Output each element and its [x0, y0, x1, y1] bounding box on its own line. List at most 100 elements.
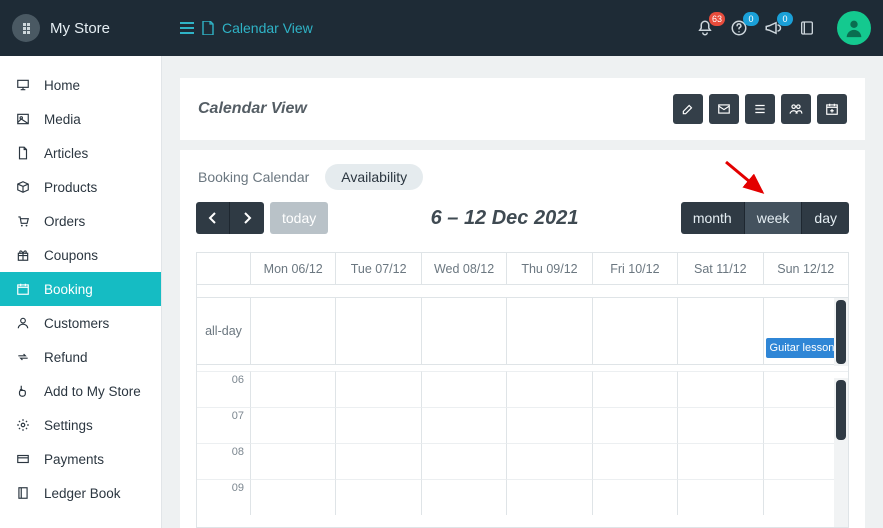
view-week-button[interactable]: week: [745, 202, 803, 234]
day-header[interactable]: Tue 07/12: [336, 253, 421, 284]
sidebar-item-label: Refund: [44, 350, 88, 365]
allday-cell[interactable]: [422, 298, 507, 364]
allday-scrollbar[interactable]: [834, 298, 848, 366]
time-cell[interactable]: [422, 479, 507, 515]
day-header[interactable]: Mon 06/12: [251, 253, 336, 284]
next-button[interactable]: [230, 202, 264, 234]
sidebar-item-home[interactable]: Home: [0, 68, 161, 102]
time-cell[interactable]: [422, 443, 507, 479]
megaphone-icon[interactable]: 0: [763, 18, 783, 38]
sidebar-item-customers[interactable]: Customers: [0, 306, 161, 340]
time-cell[interactable]: [336, 371, 421, 407]
calendar-icon: [16, 282, 32, 296]
time-cell[interactable]: [251, 371, 336, 407]
time-cell[interactable]: [593, 407, 678, 443]
topbar: My Store Calendar View 63 0 0: [0, 0, 883, 56]
day-header[interactable]: Wed 08/12: [422, 253, 507, 284]
breadcrumb[interactable]: Calendar View: [180, 20, 313, 36]
view-day-button[interactable]: day: [802, 202, 849, 234]
sidebar-item-products[interactable]: Products: [0, 170, 161, 204]
calendar-card: Booking Calendar Availability today 6 – …: [180, 150, 865, 528]
tab-booking-calendar[interactable]: Booking Calendar: [196, 165, 311, 189]
allday-cell[interactable]: [507, 298, 592, 364]
allday-cell[interactable]: [251, 298, 336, 364]
sidebar-item-label: Coupons: [44, 248, 98, 263]
gears-icon: [16, 418, 32, 432]
time-cell[interactable]: [678, 479, 763, 515]
sidebar-item-label: Payments: [44, 452, 104, 467]
menu-icon[interactable]: [180, 22, 194, 34]
hour-label: 07: [197, 407, 251, 443]
user-icon: [16, 316, 32, 330]
sidebar-item-booking[interactable]: Booking: [0, 272, 161, 306]
avatar[interactable]: [837, 11, 871, 45]
prev-button[interactable]: [196, 202, 230, 234]
time-cell[interactable]: [678, 371, 763, 407]
time-cell[interactable]: [251, 443, 336, 479]
time-cell[interactable]: [678, 407, 763, 443]
time-cell[interactable]: [593, 479, 678, 515]
allday-label: all-day: [197, 298, 251, 364]
time-cell[interactable]: [251, 407, 336, 443]
day-header[interactable]: Fri 10/12: [593, 253, 678, 284]
view-month-button[interactable]: month: [681, 202, 745, 234]
sidebar-item-refund[interactable]: Refund: [0, 340, 161, 374]
allday-row: all-day Guitar lessons fo: [197, 297, 848, 365]
allday-cell[interactable]: [678, 298, 763, 364]
allday-cell[interactable]: [336, 298, 421, 364]
time-column-header: [197, 253, 251, 284]
bell-badge: 63: [709, 12, 725, 26]
time-cell[interactable]: [251, 479, 336, 515]
sidebar-item-media[interactable]: Media: [0, 102, 161, 136]
sidebar-item-add-to-my-store[interactable]: Add to My Store: [0, 374, 161, 408]
sidebar-item-settings[interactable]: Settings: [0, 408, 161, 442]
sidebar-item-coupons[interactable]: Coupons: [0, 238, 161, 272]
day-header[interactable]: Thu 09/12: [507, 253, 592, 284]
hour-row: 08: [197, 443, 848, 479]
time-cell[interactable]: [422, 407, 507, 443]
pointer-icon: [16, 384, 32, 398]
sidebar-item-payments[interactable]: Payments: [0, 442, 161, 476]
sidebar-item-ledger-book[interactable]: Ledger Book: [0, 476, 161, 510]
timegrid-scrollbar[interactable]: [834, 378, 848, 527]
date-range-title: 6 – 12 Dec 2021: [328, 207, 681, 230]
time-cell[interactable]: [336, 407, 421, 443]
group-button[interactable]: [781, 94, 811, 124]
time-cell[interactable]: [507, 443, 592, 479]
calendar-add-button[interactable]: [817, 94, 847, 124]
tab-availability[interactable]: Availability: [325, 164, 423, 190]
time-cell[interactable]: [507, 371, 592, 407]
calendar-day-header: Mon 06/12Tue 07/12Wed 08/12Thu 09/12Fri …: [197, 253, 848, 285]
mail-button[interactable]: [709, 94, 739, 124]
time-cell[interactable]: [336, 443, 421, 479]
sidebar-item-label: Ledger Book: [44, 486, 121, 501]
day-header[interactable]: Sun 12/12: [764, 253, 848, 284]
shell: Home MediaArticlesProductsOrders Coupons Bo…: [0, 56, 883, 528]
time-cell[interactable]: [593, 443, 678, 479]
time-cell[interactable]: [678, 443, 763, 479]
sidebar-item-label: Customers: [44, 316, 109, 331]
time-grid: 06070809: [197, 365, 848, 527]
time-cell[interactable]: [507, 479, 592, 515]
time-cell[interactable]: [507, 407, 592, 443]
nav-buttons: [196, 202, 264, 234]
page-header: Calendar View: [180, 78, 865, 140]
compose-button[interactable]: [673, 94, 703, 124]
brand[interactable]: My Store: [12, 14, 162, 42]
hour-label: 09: [197, 479, 251, 515]
sidebar-item-label: Home: [44, 78, 80, 93]
sidebar-item-articles[interactable]: Articles: [0, 136, 161, 170]
today-button[interactable]: today: [270, 202, 328, 234]
sidebar: Home MediaArticlesProductsOrders Coupons Bo…: [0, 56, 162, 528]
bell-icon[interactable]: 63: [695, 18, 715, 38]
book-icon[interactable]: [797, 18, 817, 38]
allday-cell[interactable]: [593, 298, 678, 364]
list-button[interactable]: [745, 94, 775, 124]
day-header[interactable]: Sat 11/12: [678, 253, 763, 284]
time-cell[interactable]: [336, 479, 421, 515]
time-cell[interactable]: [593, 371, 678, 407]
time-cell[interactable]: [422, 371, 507, 407]
calendar-toolbar: today 6 – 12 Dec 2021 month week day: [196, 202, 849, 234]
sidebar-item-orders[interactable]: Orders: [0, 204, 161, 238]
help-icon[interactable]: 0: [729, 18, 749, 38]
